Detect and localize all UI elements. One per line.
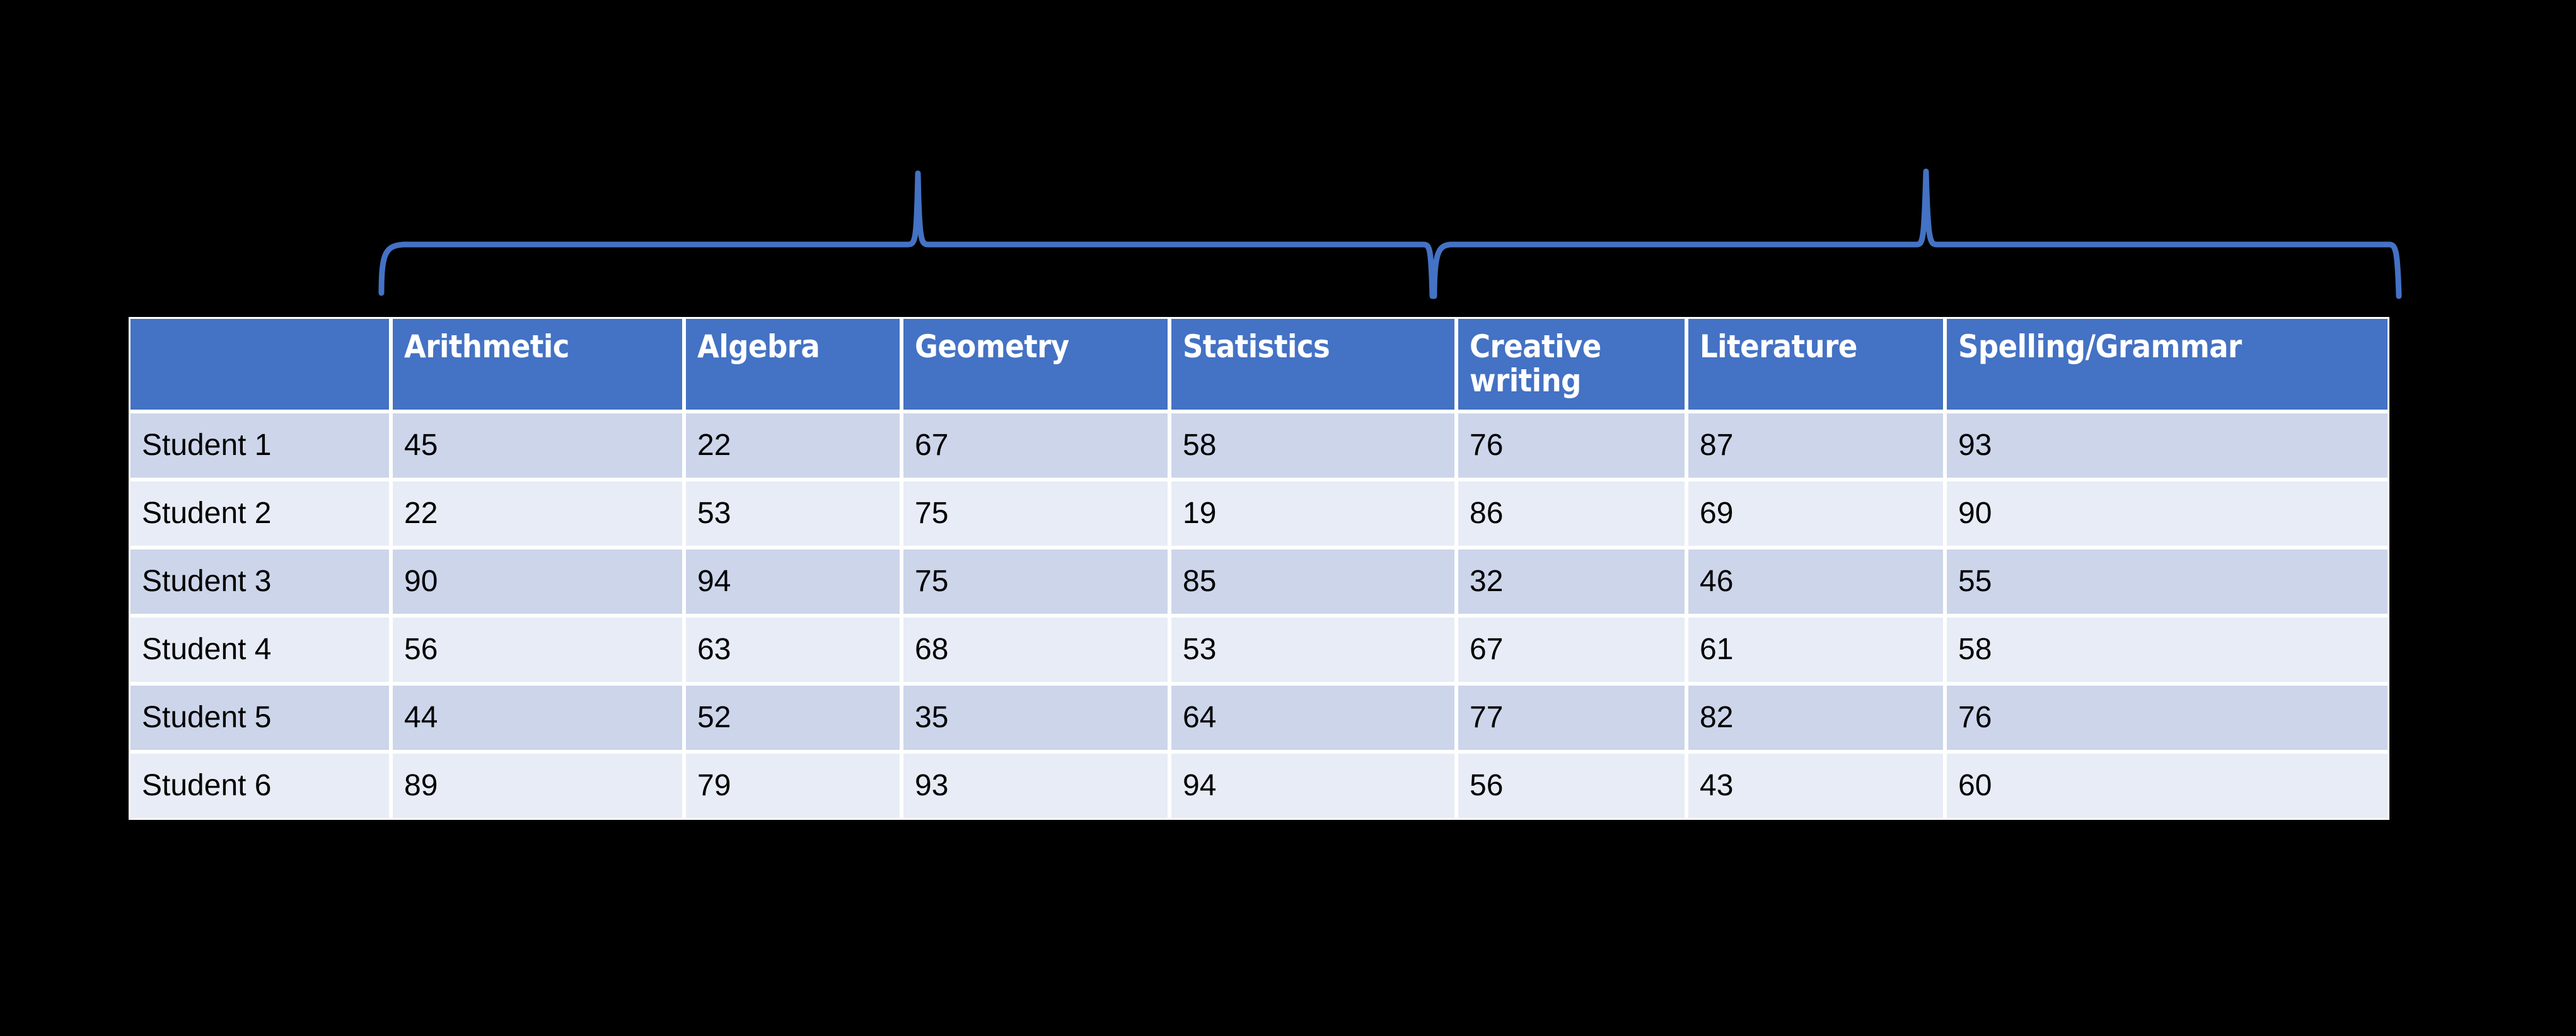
cell-student-5-spelling-grammar: 76 — [1945, 684, 2389, 752]
cell-student-1-statistics: 58 — [1169, 412, 1456, 480]
cell-student-4-spelling-grammar: 58 — [1945, 616, 2389, 684]
row-label-student-4: Student 4 — [129, 616, 391, 684]
table-row: Student 4 56 63 68 53 67 61 58 — [129, 616, 2389, 684]
column-header-literature: Literature — [1686, 317, 1945, 412]
column-header-creative-writing: Creative writing — [1456, 317, 1686, 412]
table-row: Student 3 90 94 75 85 32 46 55 — [129, 548, 2389, 616]
cell-student-4-literature: 61 — [1686, 616, 1945, 684]
table-row: Student 6 89 79 93 94 56 43 60 — [129, 752, 2389, 820]
cell-student-1-arithmetic: 45 — [391, 412, 684, 480]
cell-student-3-geometry: 75 — [902, 548, 1169, 616]
table-corner-header — [129, 317, 391, 412]
cell-student-4-geometry: 68 — [902, 616, 1169, 684]
cell-student-2-algebra: 53 — [684, 480, 902, 548]
table-header-row: Arithmetic Algebra Geometry Statistics C… — [129, 317, 2389, 412]
cell-student-5-algebra: 52 — [684, 684, 902, 752]
cell-student-3-arithmetic: 90 — [391, 548, 684, 616]
table-row: Student 5 44 52 35 64 77 82 76 — [129, 684, 2389, 752]
cell-student-2-spelling-grammar: 90 — [1945, 480, 2389, 548]
cell-student-3-algebra: 94 — [684, 548, 902, 616]
cell-student-3-literature: 46 — [1686, 548, 1945, 616]
cell-student-4-arithmetic: 56 — [391, 616, 684, 684]
cell-student-4-creative-writing: 67 — [1456, 616, 1686, 684]
student-scores-table: Arithmetic Algebra Geometry Statistics C… — [129, 317, 2389, 820]
cell-student-5-arithmetic: 44 — [391, 684, 684, 752]
cell-student-6-algebra: 79 — [684, 752, 902, 820]
row-label-student-6: Student 6 — [129, 752, 391, 820]
cell-student-1-geometry: 67 — [902, 412, 1169, 480]
row-label-student-2: Student 2 — [129, 480, 391, 548]
cell-student-6-creative-writing: 56 — [1456, 752, 1686, 820]
cell-student-6-spelling-grammar: 60 — [1945, 752, 2389, 820]
cell-student-5-creative-writing: 77 — [1456, 684, 1686, 752]
cell-student-4-statistics: 53 — [1169, 616, 1456, 684]
table-row: Student 1 45 22 67 58 76 87 93 — [129, 412, 2389, 480]
cell-student-5-literature: 82 — [1686, 684, 1945, 752]
column-header-algebra: Algebra — [684, 317, 902, 412]
cell-student-6-geometry: 93 — [902, 752, 1169, 820]
cell-student-1-creative-writing: 76 — [1456, 412, 1686, 480]
cell-student-6-literature: 43 — [1686, 752, 1945, 820]
cell-student-2-literature: 69 — [1686, 480, 1945, 548]
cell-student-3-statistics: 85 — [1169, 548, 1456, 616]
cell-student-2-geometry: 75 — [902, 480, 1169, 548]
brace-group-2 — [1431, 168, 2402, 299]
cell-student-6-arithmetic: 89 — [391, 752, 684, 820]
column-header-spelling-grammar: Spelling/Grammar — [1945, 317, 2389, 412]
cell-student-2-arithmetic: 22 — [391, 480, 684, 548]
cell-student-2-creative-writing: 86 — [1456, 480, 1686, 548]
cell-student-5-geometry: 35 — [902, 684, 1169, 752]
cell-student-6-statistics: 94 — [1169, 752, 1456, 820]
slide-canvas: Arithmetic Algebra Geometry Statistics C… — [0, 0, 2576, 1036]
cell-student-1-literature: 87 — [1686, 412, 1945, 480]
cell-student-3-spelling-grammar: 55 — [1945, 548, 2389, 616]
cell-student-5-statistics: 64 — [1169, 684, 1456, 752]
column-header-arithmetic: Arithmetic — [391, 317, 684, 412]
row-label-student-5: Student 5 — [129, 684, 391, 752]
brace-group-1 — [378, 170, 1436, 299]
column-header-statistics: Statistics — [1169, 317, 1456, 412]
table-row: Student 2 22 53 75 19 86 69 90 — [129, 480, 2389, 548]
cell-student-1-spelling-grammar: 93 — [1945, 412, 2389, 480]
cell-student-2-statistics: 19 — [1169, 480, 1456, 548]
brace-annotation-layer — [378, 168, 2402, 299]
column-header-geometry: Geometry — [902, 317, 1169, 412]
row-label-student-1: Student 1 — [129, 412, 391, 480]
cell-student-3-creative-writing: 32 — [1456, 548, 1686, 616]
row-label-student-3: Student 3 — [129, 548, 391, 616]
cell-student-4-algebra: 63 — [684, 616, 902, 684]
cell-student-1-algebra: 22 — [684, 412, 902, 480]
